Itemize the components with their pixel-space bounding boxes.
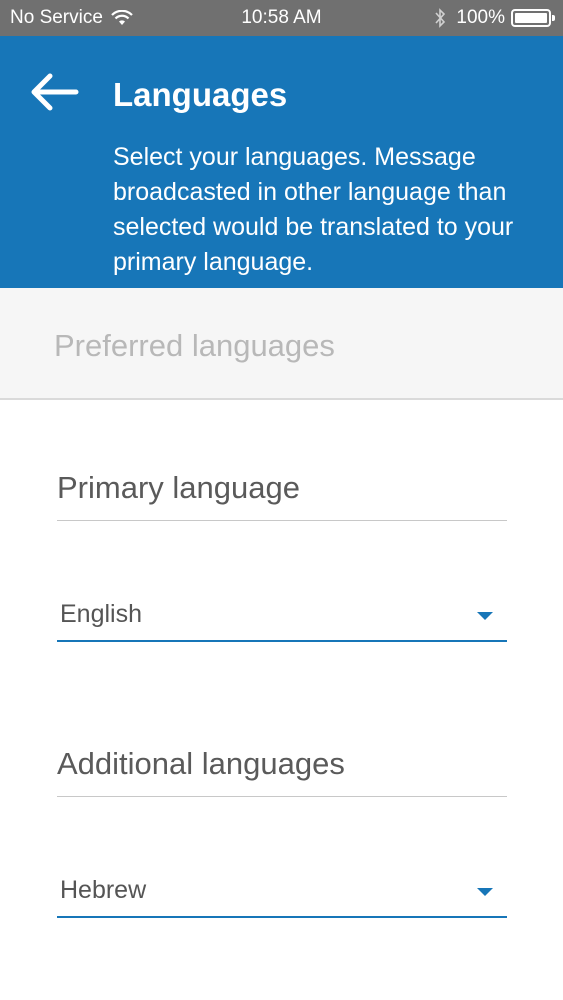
- battery-percent: 100%: [456, 7, 505, 28]
- status-right: 100%: [434, 7, 555, 29]
- app-header: Languages Select your languages. Message…: [0, 36, 563, 288]
- page-title: Languages: [113, 76, 288, 113]
- primary-language-value: English: [60, 600, 142, 628]
- additional-language-select[interactable]: Hebrew: [57, 868, 507, 918]
- additional-languages-label: Additional languages: [57, 746, 507, 797]
- arrow-left-icon: [31, 73, 79, 111]
- bluetooth-icon: [435, 8, 446, 28]
- page-description: Select your languages. Message broadcast…: [113, 143, 514, 276]
- back-button[interactable]: [26, 70, 82, 114]
- primary-language-label: Primary language: [57, 470, 507, 521]
- section-title: Preferred languages: [54, 328, 335, 363]
- battery-icon: [511, 9, 555, 27]
- chevron-down-icon: [477, 612, 493, 620]
- section-header: Preferred languages: [0, 288, 563, 400]
- additional-language-value: Hebrew: [60, 876, 147, 904]
- primary-language-select[interactable]: English: [57, 592, 507, 642]
- status-bar: No Service 10:58 AM 100%: [0, 0, 563, 36]
- chevron-down-icon: [477, 888, 493, 896]
